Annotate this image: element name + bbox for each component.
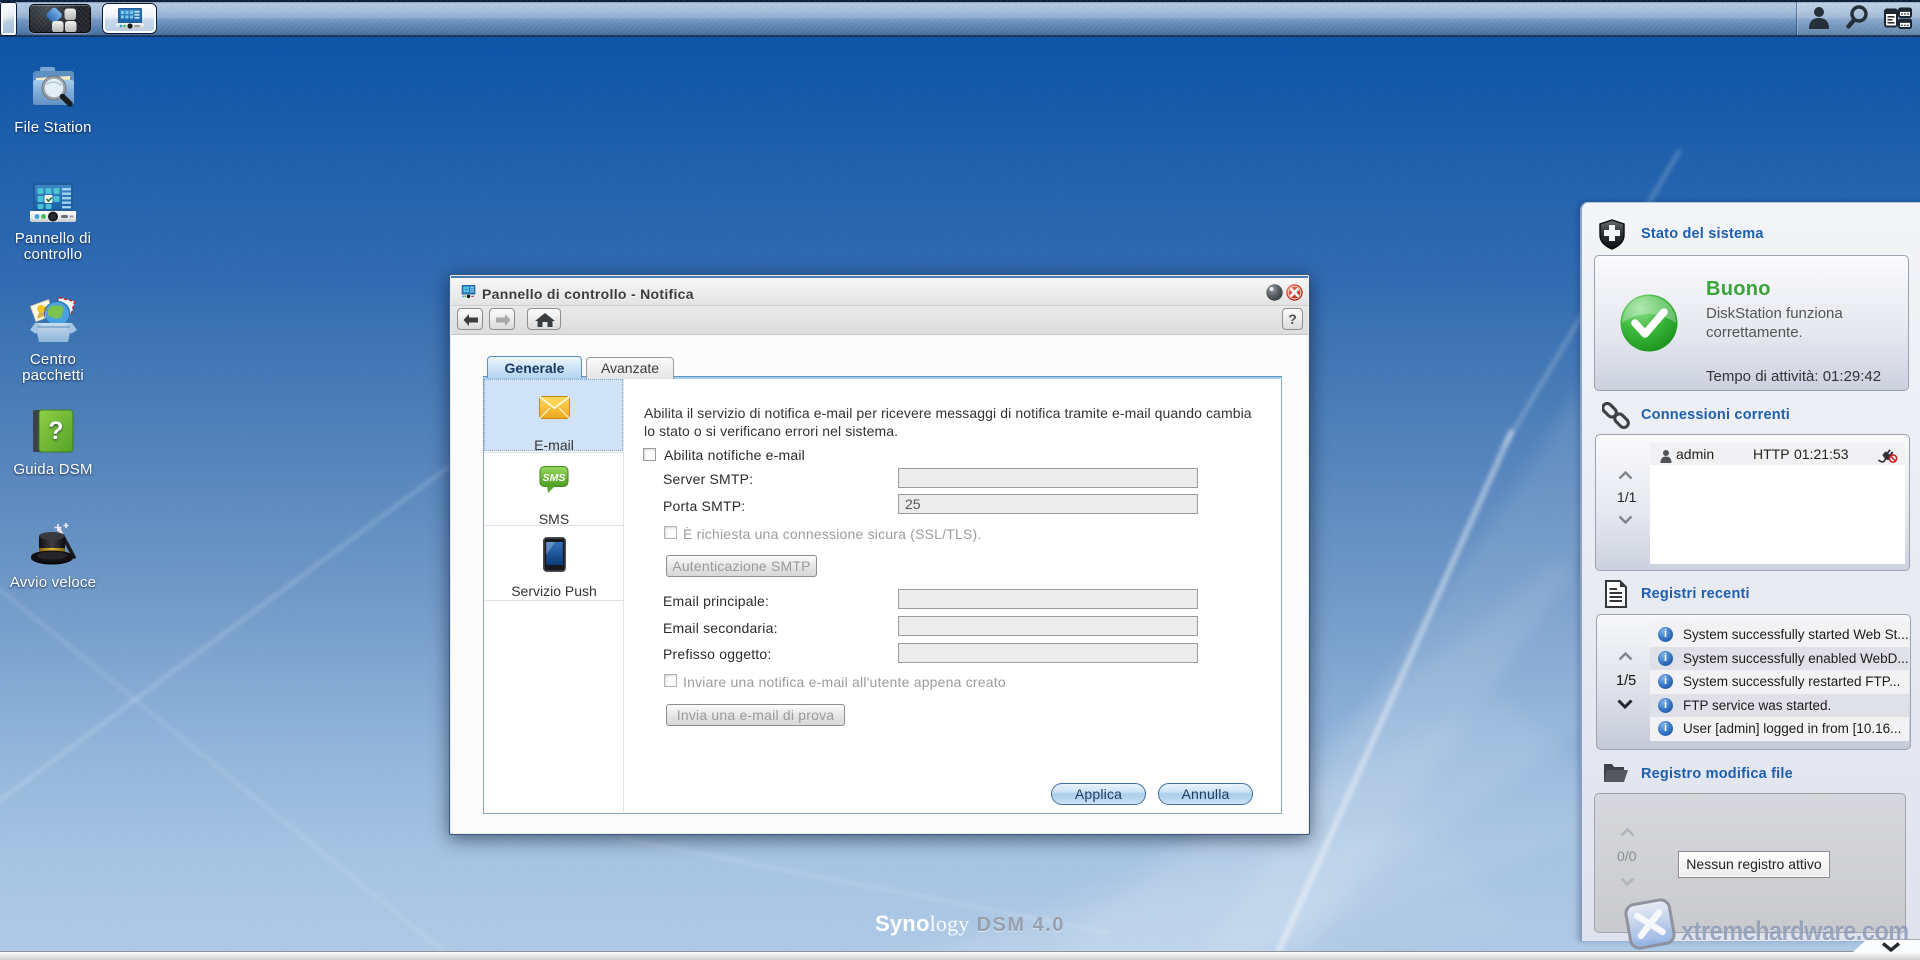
svg-text:SMS: SMS (543, 472, 566, 484)
svg-text:?: ? (48, 417, 63, 445)
